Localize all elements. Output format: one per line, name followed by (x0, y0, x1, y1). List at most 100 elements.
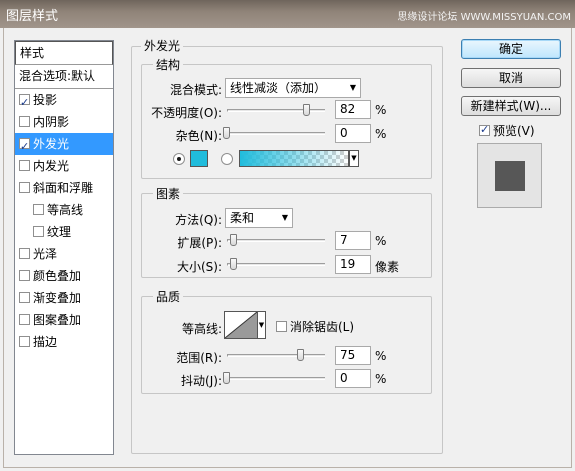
style-item-9[interactable]: 渐变叠加 (15, 287, 113, 309)
style-item-checkbox[interactable] (19, 270, 30, 281)
style-item-checkbox[interactable] (19, 116, 30, 127)
style-item-label: 光泽 (33, 247, 58, 261)
contour-dropdown-button[interactable]: ▼ (257, 311, 266, 339)
chevron-down-icon: ▼ (258, 321, 265, 329)
style-item-0[interactable]: 投影 (15, 89, 113, 114)
style-item-checkbox[interactable] (33, 204, 44, 215)
style-item-checkbox[interactable] (19, 314, 30, 325)
gradient-dropdown-button[interactable]: ▼ (349, 150, 359, 167)
glow-color-swatch[interactable] (190, 150, 208, 167)
blend-options-item[interactable]: 混合选项:默认 (15, 65, 113, 89)
style-item-checkbox[interactable] (33, 226, 44, 237)
style-item-label: 斜面和浮雕 (33, 181, 94, 195)
style-item-8[interactable]: 颜色叠加 (15, 265, 113, 287)
style-item-label: 等高线 (47, 203, 84, 217)
range-slider-track[interactable] (227, 354, 325, 357)
noise-unit: % (375, 127, 387, 141)
style-item-10[interactable]: 图案叠加 (15, 309, 113, 331)
cancel-button[interactable]: 取消 (461, 68, 561, 88)
style-list-header[interactable]: 样式 (15, 41, 113, 65)
title-bar[interactable]: 图层样式 思缘设计论坛 WWW.MISSYUAN.COM (0, 0, 575, 28)
size-slider-thumb[interactable] (230, 258, 238, 270)
style-item-checkbox[interactable] (19, 292, 30, 303)
style-item-checkbox[interactable] (19, 182, 30, 193)
style-item-3[interactable]: 内发光 (15, 155, 113, 177)
jitter-unit: % (375, 372, 387, 386)
style-item-checkbox[interactable] (19, 160, 30, 171)
style-item-label: 内发光 (33, 159, 70, 173)
style-item-5[interactable]: 等高线 (15, 199, 113, 221)
technique-select[interactable]: 柔和 ▼ (225, 208, 293, 228)
style-item-2[interactable]: 外发光 (15, 133, 113, 158)
style-list: 样式 混合选项:默认 投影内阴影外发光内发光斜面和浮雕等高线纹理光泽颜色叠加渐变… (14, 40, 114, 455)
preview-checkbox-box[interactable] (479, 123, 490, 136)
window-title: 图层样式 (6, 9, 59, 24)
size-input[interactable]: 19 (335, 255, 371, 274)
blend-mode-label: 混合模式: (169, 83, 222, 97)
gradient-radio[interactable] (221, 153, 233, 165)
chevron-down-icon: ▼ (351, 154, 357, 162)
antialias-checkbox[interactable]: 消除锯齿(L) (276, 318, 354, 335)
style-item-6[interactable]: 纹理 (15, 221, 113, 243)
style-item-1[interactable]: 内阴影 (15, 111, 113, 133)
style-item-11[interactable]: 描边 (15, 331, 113, 353)
style-item-checkbox[interactable] (19, 248, 30, 259)
blend-mode-value: 线性减淡（添加） (230, 81, 327, 95)
jitter-slider-thumb[interactable] (223, 372, 230, 384)
opacity-slider-thumb[interactable] (303, 104, 311, 116)
jitter-input[interactable]: 0 (335, 369, 371, 388)
jitter-label: 抖动(J): (181, 374, 222, 388)
spread-slider-thumb[interactable] (229, 234, 237, 246)
contour-label: 等高线: (181, 322, 222, 336)
style-item-label: 纹理 (47, 225, 72, 239)
structure-title: 结构 (153, 56, 184, 73)
antialias-label: 消除锯齿(L) (290, 320, 355, 334)
spread-label: 扩展(P): (177, 236, 222, 250)
quality-title: 品质 (153, 288, 184, 305)
preview-checkbox[interactable]: 预览(V) (479, 122, 535, 139)
watermark: 思缘设计论坛 WWW.MISSYUAN.COM (397, 12, 571, 23)
style-item-label: 内阴影 (33, 115, 70, 129)
elements-title: 图素 (153, 185, 184, 202)
opacity-input[interactable]: 82 (335, 100, 371, 119)
opacity-unit: % (375, 103, 387, 117)
glow-gradient-picker[interactable] (239, 150, 349, 167)
style-item-label: 图案叠加 (33, 313, 82, 327)
noise-slider-thumb[interactable] (223, 127, 230, 139)
range-slider-thumb[interactable] (296, 349, 304, 361)
contour-picker[interactable] (224, 311, 258, 339)
style-item-label: 投影 (33, 93, 58, 107)
noise-label: 杂色(N): (175, 129, 222, 143)
preview-label: 预览(V) (493, 124, 535, 138)
style-item-checkbox[interactable] (19, 336, 30, 347)
style-item-checkbox[interactable] (19, 92, 30, 114)
new-style-button[interactable]: 新建样式(W)... (461, 96, 561, 116)
style-item-label: 外发光 (33, 137, 70, 151)
style-item-label: 描边 (33, 335, 58, 349)
technique-value: 柔和 (230, 211, 255, 225)
noise-input[interactable]: 0 (335, 124, 371, 143)
outer-glow-title: 外发光 (141, 37, 184, 54)
style-item-checkbox[interactable] (19, 136, 30, 158)
spread-input[interactable]: 7 (335, 231, 371, 250)
solid-color-radio[interactable] (173, 153, 185, 165)
noise-slider-track[interactable] (227, 132, 325, 135)
style-item-label: 渐变叠加 (33, 291, 82, 305)
style-item-label: 颜色叠加 (33, 269, 82, 283)
style-item-7[interactable]: 光泽 (15, 243, 113, 265)
contour-curve-icon (224, 311, 258, 339)
opacity-label: 不透明度(O): (151, 106, 222, 120)
ok-button[interactable]: 确定 (461, 39, 561, 59)
range-label: 范围(R): (176, 351, 222, 365)
spread-slider-track[interactable] (227, 239, 325, 242)
chevron-down-icon: ▼ (281, 213, 288, 222)
range-unit: % (375, 349, 387, 363)
blend-mode-select[interactable]: 线性减淡（添加） ▼ (225, 78, 361, 98)
opacity-slider-track[interactable] (227, 109, 325, 112)
size-slider-track[interactable] (227, 263, 325, 266)
range-input[interactable]: 75 (335, 346, 371, 365)
jitter-slider-track[interactable] (227, 377, 325, 380)
style-item-4[interactable]: 斜面和浮雕 (15, 177, 113, 199)
antialias-checkbox-box[interactable] (276, 321, 287, 332)
size-unit: 像素 (375, 260, 400, 274)
